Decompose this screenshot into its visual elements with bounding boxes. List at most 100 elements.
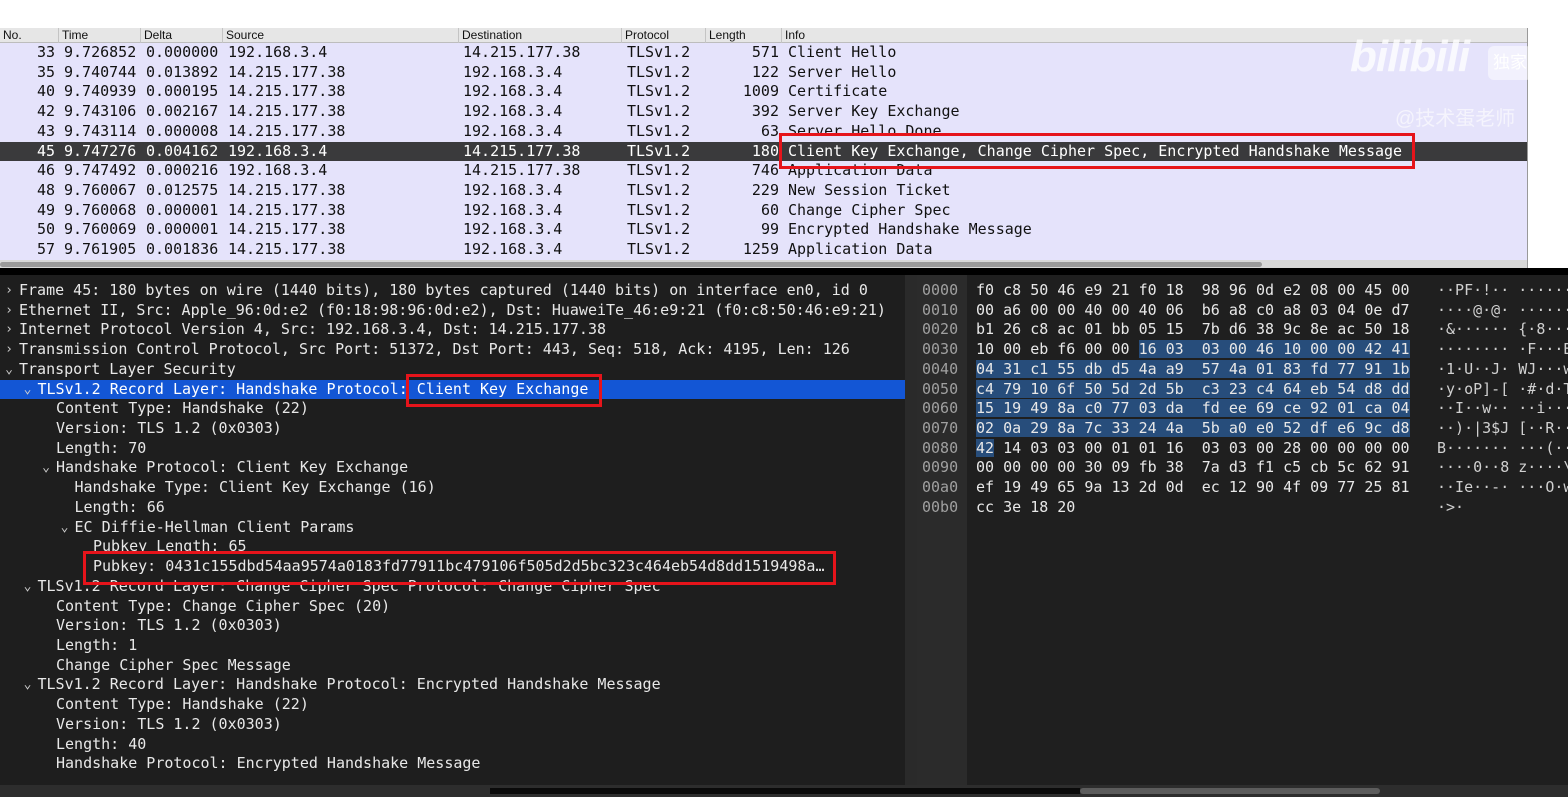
hex-byte[interactable]: 16 xyxy=(1166,439,1184,457)
hex-byte[interactable]: 64 xyxy=(1283,379,1302,398)
hex-byte[interactable]: 0d xyxy=(1256,281,1274,299)
hex-byte[interactable]: c5 xyxy=(1283,458,1301,476)
bottom-scrollbar[interactable] xyxy=(0,785,1568,797)
column-header-no[interactable]: No. xyxy=(0,28,58,43)
hex-byte[interactable]: 7b xyxy=(1202,320,1220,338)
column-header-protocol[interactable]: Protocol xyxy=(621,28,705,43)
hex-byte[interactable]: 00 xyxy=(1364,439,1382,457)
hex-byte[interactable]: d5 xyxy=(1111,359,1130,378)
detail-tree-item[interactable]: Pubkey Length: 65 xyxy=(0,537,905,557)
hex-byte[interactable]: 00 xyxy=(1337,439,1355,457)
hex-byte[interactable]: 00 xyxy=(976,301,994,319)
display-filter-bar[interactable] xyxy=(0,0,1568,28)
hex-byte[interactable]: b6 xyxy=(1202,301,1220,319)
hex-byte[interactable]: fb xyxy=(1139,458,1157,476)
hex-byte[interactable]: 15 xyxy=(1166,320,1184,338)
hex-byte[interactable]: bb xyxy=(1111,320,1129,338)
collapse-arrow-icon[interactable]: ⌄ xyxy=(21,380,35,400)
hex-byte[interactable]: 31 xyxy=(1003,359,1022,378)
hex-byte[interactable]: 29 xyxy=(1030,419,1049,438)
ascii-line[interactable]: ·&······ {·8···P· xyxy=(1437,320,1568,340)
packet-row[interactable]: 48 9.760067 0.012575 14.215.177.38 192.168.3… xyxy=(0,181,1527,201)
packet-row[interactable]: 49 9.760068 0.000001 14.215.177.38 192.168.3… xyxy=(0,200,1527,221)
hex-byte[interactable]: 8a xyxy=(1057,399,1076,418)
collapse-arrow-icon[interactable]: ⌄ xyxy=(39,458,53,478)
detail-tree-item[interactable]: Length: 1 xyxy=(0,636,905,656)
detail-tree-item[interactable]: Content Type: Handshake (22) xyxy=(0,399,905,419)
hex-byte[interactable]: 0e xyxy=(1364,301,1382,319)
hex-byte[interactable]: 00 xyxy=(1057,458,1075,476)
hex-byte[interactable]: 05 xyxy=(1139,320,1157,338)
ascii-line[interactable]: ··I··w·· ··i····· xyxy=(1437,399,1568,419)
hex-byte[interactable]: 7a xyxy=(1202,458,1220,476)
hex-byte[interactable]: df xyxy=(1310,419,1329,438)
hex-line[interactable]: 00 00 00 00 30 09 fb 38 7a d3 f1 c5 cb 5… xyxy=(976,458,1410,478)
detail-tree-item[interactable]: Version: TLS 1.2 (0x0303) xyxy=(0,715,905,735)
hex-byte[interactable]: ee xyxy=(1228,399,1247,418)
hex-byte[interactable]: 02 xyxy=(976,419,995,438)
hex-byte[interactable]: 06 xyxy=(1166,301,1184,319)
hex-byte[interactable]: 18 xyxy=(1030,498,1048,516)
detail-tree-item[interactable]: Version: TLS 1.2 (0x0303) xyxy=(0,419,905,439)
ascii-line[interactable]: ·1·U··J· WJ···w·· xyxy=(1437,360,1568,380)
hex-byte[interactable]: 77 xyxy=(1337,359,1356,378)
hex-byte[interactable]: 0d xyxy=(1166,478,1184,496)
column-header-length[interactable]: Length xyxy=(705,28,781,43)
hex-byte[interactable]: 00 xyxy=(1337,340,1356,359)
detail-tree-item[interactable]: › Ethernet II, Src: Apple_96:0d:e2 (f0:18… xyxy=(0,301,905,321)
ascii-line[interactable]: ·y·oP]-[ ·#·d·T·· xyxy=(1437,380,1568,400)
detail-tree-item[interactable]: Pubkey: 0431c155dbd54aa9574a0183fd77911b… xyxy=(0,557,905,577)
ascii-line[interactable]: ·>· xyxy=(1437,498,1473,518)
hex-byte[interactable]: f0 xyxy=(1139,281,1157,299)
hex-byte[interactable]: 13 xyxy=(1111,478,1129,496)
hex-byte[interactable]: d6 xyxy=(1229,320,1247,338)
hex-byte[interactable]: 10 xyxy=(1283,340,1302,359)
hex-byte[interactable]: c1 xyxy=(1030,359,1049,378)
hex-byte[interactable]: 81 xyxy=(1391,478,1409,496)
hex-byte[interactable]: 4a xyxy=(1138,359,1157,378)
hex-byte[interactable]: 49 xyxy=(1030,478,1048,496)
hex-byte[interactable]: d3 xyxy=(1229,458,1247,476)
detail-tree-item[interactable]: › Internet Protocol Version 4, Src: 192.1… xyxy=(0,320,905,340)
hex-byte[interactable]: 20 xyxy=(1057,498,1075,516)
hex-byte[interactable]: a8 xyxy=(1229,301,1247,319)
hex-byte[interactable]: 5c xyxy=(1337,458,1355,476)
hex-byte[interactable]: 21 xyxy=(1111,281,1129,299)
hex-byte[interactable]: 03 xyxy=(1030,439,1048,457)
hex-byte[interactable]: 9c xyxy=(1283,320,1301,338)
detail-tree-item[interactable]: Length: 66 xyxy=(0,498,905,518)
hex-byte[interactable]: 00 xyxy=(1310,439,1328,457)
hex-byte[interactable]: 09 xyxy=(1111,458,1129,476)
hex-byte[interactable]: 40 xyxy=(1139,301,1157,319)
ascii-line[interactable]: ··Ie··-· ···O·w%· xyxy=(1437,478,1568,498)
hex-byte[interactable]: 28 xyxy=(1283,439,1301,457)
hex-byte[interactable]: 77 xyxy=(1111,399,1130,418)
hex-line[interactable]: c4 79 10 6f 50 5d 2d 5b c3 23 c4 64 eb 5… xyxy=(976,379,1410,400)
hex-byte[interactable]: ce xyxy=(1283,399,1302,418)
hex-byte[interactable]: dd xyxy=(1391,379,1410,398)
hex-byte[interactable]: fd xyxy=(1310,359,1329,378)
hex-byte[interactable]: cb xyxy=(1310,458,1328,476)
detail-tree-item[interactable]: Handshake Type: Client Key Exchange (16) xyxy=(0,478,905,498)
hex-byte[interactable]: cc xyxy=(976,498,994,516)
hex-byte[interactable]: 50 xyxy=(1030,281,1048,299)
hex-byte[interactable]: 69 xyxy=(1255,399,1275,418)
hex-byte[interactable]: 03 xyxy=(1165,340,1184,359)
hex-byte[interactable]: 00 xyxy=(1337,281,1355,299)
detail-tree-item[interactable]: ⌄ TLSv1.2 Record Layer: Handshake Protoco… xyxy=(0,379,905,400)
packet-row[interactable]: 35 9.740744 0.013892 14.215.177.38 192.168.3… xyxy=(0,62,1527,83)
hex-byte[interactable]: e2 xyxy=(1283,281,1301,299)
packet-row[interactable]: 50 9.760069 0.000001 14.215.177.38 192.168.3… xyxy=(0,220,1527,241)
hex-byte[interactable]: 00 xyxy=(1030,458,1048,476)
hex-line[interactable]: 00 a6 00 00 40 00 40 06 b6 a8 c0 a8 03 0… xyxy=(976,301,1410,321)
ascii-line[interactable]: B······· ···(···· xyxy=(1437,439,1568,459)
hex-line[interactable]: b1 26 c8 ac 01 bb 05 15 7b d6 38 9c 8e a… xyxy=(976,320,1410,340)
hex-byte[interactable]: c8 xyxy=(1030,320,1048,338)
hex-byte[interactable]: 00 xyxy=(1111,301,1129,319)
expand-arrow-icon[interactable]: › xyxy=(2,320,16,340)
hex-byte[interactable]: 2d xyxy=(1139,478,1157,496)
hex-byte[interactable]: 15 xyxy=(976,399,995,418)
hex-byte[interactable]: 0a xyxy=(1003,419,1022,438)
hex-byte[interactable]: 18 xyxy=(1391,320,1409,338)
hex-byte[interactable]: 45 xyxy=(1364,281,1382,299)
